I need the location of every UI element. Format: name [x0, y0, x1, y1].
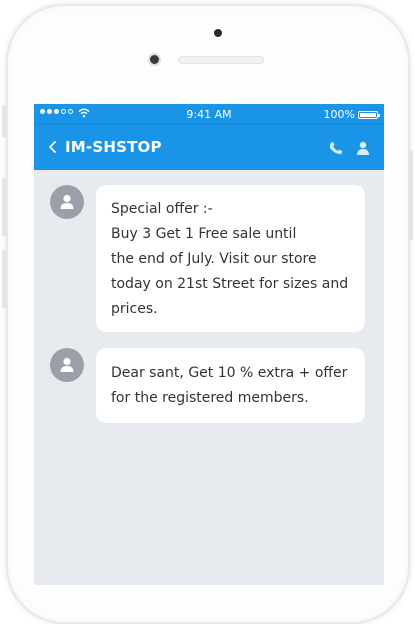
volume-up-button [2, 178, 7, 236]
person-icon [60, 357, 74, 372]
earpiece-speaker [178, 56, 264, 64]
person-icon [60, 194, 74, 209]
volume-down-button [2, 250, 7, 308]
message-bubble[interactable]: Special offer :- Buy 3 Get 1 Free sale u… [96, 185, 365, 332]
avatar [50, 185, 84, 219]
phone-icon[interactable] [328, 140, 344, 156]
battery-icon [358, 110, 380, 119]
conversation-header: IM-SHSTOP [34, 124, 384, 170]
avatar [50, 348, 84, 382]
status-bar: 9:41 AM 100% [34, 104, 384, 124]
message-text-line: prices. [111, 301, 158, 317]
message-text-line: today on 21st Street for sizes and [111, 276, 349, 292]
proximity-sensor [214, 29, 222, 37]
person-icon[interactable] [355, 140, 371, 156]
chevron-left-icon[interactable] [46, 139, 60, 155]
message-bubble[interactable]: Dear sant, Get 10 % extra + offer for th… [96, 348, 365, 423]
message-text-line: for the registered members. [111, 390, 309, 406]
phone-screen: 9:41 AM 100% IM-SHSTOP Special offer :- … [34, 104, 384, 585]
message-text-line: Dear sant, Get 10 % extra + offer [111, 365, 348, 381]
battery-indicator: 100% [323, 108, 380, 121]
front-camera [148, 53, 161, 66]
message-text-line: Buy 3 Get 1 Free sale until [111, 226, 297, 242]
contact-name[interactable]: IM-SHSTOP [65, 138, 162, 156]
battery-percent: 100% [323, 108, 355, 121]
power-button [408, 150, 413, 240]
message-text-line: the end of July. Visit our store [111, 251, 317, 267]
mute-switch [2, 105, 7, 137]
message-text-line: Special offer :- [111, 201, 213, 217]
